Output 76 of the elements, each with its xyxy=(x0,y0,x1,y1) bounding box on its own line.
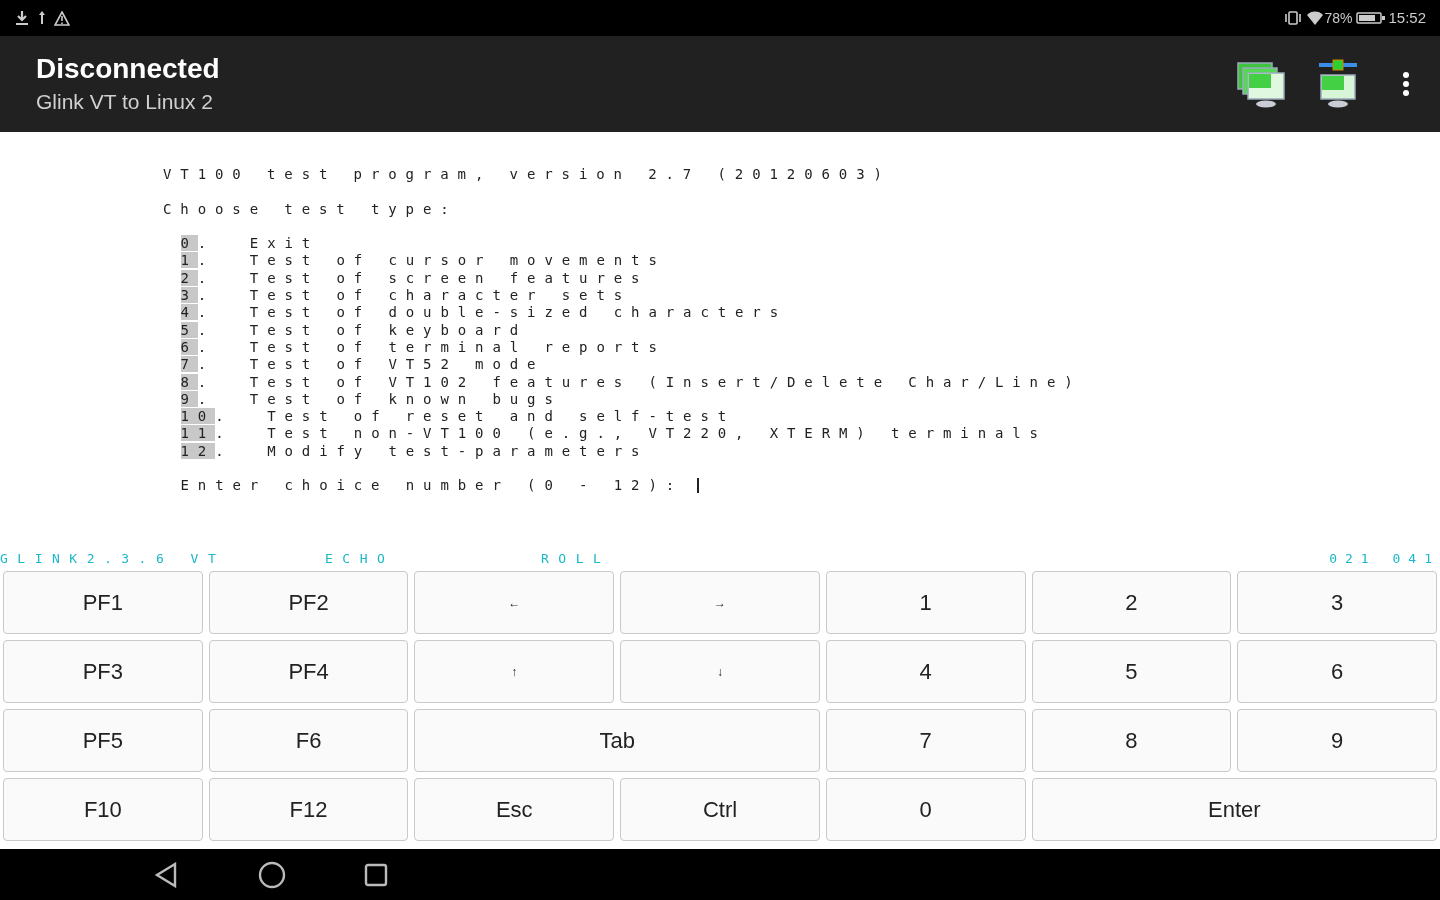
menu-option-text: . Test of cursor movements xyxy=(197,252,666,269)
battery-percentage: 78% xyxy=(1324,8,1353,28)
menu-option-text: . Test of terminal reports xyxy=(197,338,666,355)
keypad-key[interactable]: 5 xyxy=(1031,640,1232,703)
network-monitor-icon[interactable] xyxy=(1318,59,1358,109)
choice-number: 2 xyxy=(180,269,198,286)
keypad-key[interactable]: Ctrl xyxy=(620,778,820,841)
menu-heading: Choose test type: xyxy=(163,200,458,217)
keypad-key[interactable]: ← xyxy=(414,571,615,634)
keypad-key[interactable]: ↑ xyxy=(414,640,615,703)
choice-number: 4 xyxy=(180,304,198,321)
keypad-key[interactable]: → xyxy=(620,571,820,634)
overflow-menu-icon[interactable] xyxy=(1402,71,1410,97)
warning-icon xyxy=(54,10,70,26)
recents-icon[interactable] xyxy=(364,862,388,887)
menu-option-text: . Test non-VT100 (e.g., VT220, XTERM) terminals xyxy=(215,425,1047,442)
choice-number: 3 xyxy=(180,287,198,304)
keypad-key[interactable]: Esc xyxy=(414,778,615,841)
choice-number: 10 xyxy=(180,408,216,425)
keypad-key[interactable]: 3 xyxy=(1237,571,1437,634)
choice-number: 9 xyxy=(180,390,198,407)
roll-indicator: ROLL xyxy=(541,551,611,566)
echo-indicator: ECHO xyxy=(325,551,395,566)
clock: 15:52 xyxy=(1388,7,1426,28)
menu-option-text: . Test of character sets xyxy=(197,287,632,304)
wifi-icon xyxy=(1306,10,1325,26)
menu-option-text: . Test of VT102 features (Insert/Delete Char/Line) xyxy=(197,373,1082,390)
program-heading: VT100 test program, version 2.7 (20120603) xyxy=(163,166,891,182)
keypad-key[interactable]: 7 xyxy=(825,709,1026,772)
keypad-key[interactable]: 1 xyxy=(825,571,1026,634)
choice-number: 0 xyxy=(180,235,198,252)
keypad-key[interactable]: F10 xyxy=(3,778,203,841)
choice-number: 12 xyxy=(180,442,216,459)
back-icon[interactable] xyxy=(154,861,178,888)
choice-number: 1 xyxy=(180,252,198,269)
keypad-key[interactable]: Enter xyxy=(1031,778,1437,841)
menu-option-text: . Exit xyxy=(197,235,320,252)
keypad-key[interactable]: PF3 xyxy=(3,640,203,703)
keypad-key[interactable]: F12 xyxy=(208,778,409,841)
keypad-key[interactable]: PF2 xyxy=(208,571,409,634)
vibrate-icon xyxy=(1284,10,1303,26)
keypad-key[interactable]: Tab xyxy=(414,709,820,772)
usb-icon xyxy=(36,10,48,26)
menu-option-text: . Test of keyboard xyxy=(197,321,528,338)
menu-option-text: . Test of screen features xyxy=(197,269,649,286)
cursor-position: 021 041 xyxy=(1329,551,1440,567)
keypad-key[interactable]: ↓ xyxy=(620,640,820,703)
menu-option-text: . Test of VT52 mode xyxy=(197,356,545,373)
keypad-key[interactable]: 2 xyxy=(1031,571,1232,634)
choice-number: 5 xyxy=(180,321,198,338)
choice-number: 6 xyxy=(180,338,198,355)
input-prompt: Enter choice number (0 - 12): xyxy=(180,477,684,495)
keypad-key[interactable]: 0 xyxy=(825,778,1026,841)
keypad-key[interactable]: 6 xyxy=(1237,640,1437,703)
keypad-key[interactable]: F6 xyxy=(208,709,409,772)
choice-number: 7 xyxy=(180,356,198,373)
connection-status-title: Disconnected xyxy=(36,52,221,86)
home-icon[interactable] xyxy=(258,860,286,889)
choice-number: 8 xyxy=(180,373,198,390)
menu-option-text: . Test of double-sized characters xyxy=(197,304,788,321)
keypad-key[interactable]: PF1 xyxy=(3,571,203,634)
emulator-version: GLINK2.3.6 VT xyxy=(0,551,226,566)
text-cursor xyxy=(697,478,700,494)
keypad-key[interactable]: PF5 xyxy=(3,709,203,772)
multiple-monitors-icon[interactable] xyxy=(1236,59,1286,109)
download-icon xyxy=(14,10,30,26)
keypad-key[interactable]: 8 xyxy=(1031,709,1232,772)
keypad-key[interactable]: PF4 xyxy=(208,640,409,703)
menu-option-text: . Modify test-parameters xyxy=(215,442,649,459)
menu-option-text: . Test of known bugs xyxy=(197,390,562,407)
battery-icon xyxy=(1356,11,1387,25)
menu-option-text: . Test of reset and self-test xyxy=(215,408,736,425)
keypad-key[interactable]: 9 xyxy=(1237,709,1437,772)
session-name: Glink VT to Linux 2 xyxy=(36,89,215,115)
choice-number: 11 xyxy=(180,425,216,442)
keypad-key[interactable]: 4 xyxy=(825,640,1026,703)
